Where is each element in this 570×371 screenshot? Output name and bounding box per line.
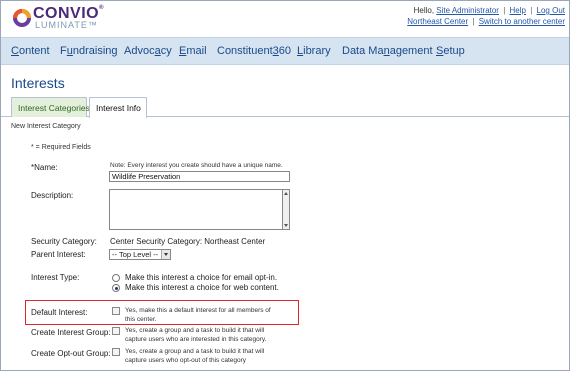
nav-advocacy[interactable]: Advocacy — [124, 45, 172, 57]
logout-link[interactable]: Log Out — [537, 6, 565, 15]
app-window: CONVIO® LUMINATE™ Hello, Site Administra… — [0, 0, 570, 371]
web-content-label: Make this interest a choice for web cont… — [125, 283, 279, 292]
scroll-down-icon[interactable] — [284, 224, 288, 227]
nav-setup[interactable]: Setup — [436, 45, 465, 57]
description-scrollbar[interactable] — [283, 189, 290, 230]
default-interest-text-2: this center. — [125, 316, 157, 323]
default-interest-text-1: Yes, make this a default interest for al… — [125, 307, 271, 314]
nav-email[interactable]: Email — [179, 45, 207, 57]
required-fields-note: * = Required Fields — [31, 144, 91, 151]
page-title: Interests — [11, 75, 65, 91]
parent-interest-select[interactable]: -- Top Level -- — [109, 249, 171, 260]
tab-interest-categories[interactable]: Interest Categories — [11, 97, 90, 117]
create-interest-group-checkbox[interactable] — [112, 327, 120, 335]
name-label: *Name: — [31, 163, 58, 172]
create-optout-group-checkbox[interactable] — [112, 348, 120, 356]
chevron-down-icon[interactable] — [161, 250, 170, 259]
description-label: Description: — [31, 191, 74, 200]
nav-data-management[interactable]: Data Management — [342, 45, 433, 57]
create-optout-group-label: Create Opt-out Group: — [31, 349, 111, 358]
center-link[interactable]: Northeast Center — [407, 17, 468, 26]
default-interest-checkbox[interactable] — [112, 307, 120, 315]
help-link[interactable]: Help — [510, 6, 526, 15]
section-label: New Interest Category — [11, 123, 81, 130]
tab-bar: Interest Categories Interest Info — [1, 97, 569, 118]
main-nav: Content Fundraising Advocacy Email Const… — [1, 37, 569, 65]
tab-interest-info[interactable]: Interest Info — [89, 97, 147, 118]
brand-sub: LUMINATE™ — [35, 20, 98, 30]
interest-type-label: Interest Type: — [31, 273, 80, 282]
nav-library[interactable]: Library — [297, 45, 331, 57]
create-optout-group-text-2: capture users who opt-out of this catego… — [125, 357, 247, 364]
name-note: Note: Every interest you create should h… — [110, 162, 283, 169]
convio-logo-icon — [13, 9, 31, 27]
user-link[interactable]: Site Administrator — [436, 6, 499, 15]
create-interest-group-label: Create Interest Group: — [31, 328, 111, 337]
description-textarea[interactable] — [109, 189, 283, 230]
nav-content[interactable]: Content — [11, 45, 50, 57]
create-interest-group-text-2: capture users who are interested in this… — [125, 336, 267, 343]
utility-links: Hello, Site Administrator | Help | Log O… — [407, 6, 565, 26]
header: CONVIO® LUMINATE™ Hello, Site Administra… — [1, 1, 569, 37]
security-category-value: Center Security Category: Northeast Cent… — [110, 237, 266, 246]
parent-interest-selected: -- Top Level -- — [112, 250, 159, 259]
email-optin-radio[interactable] — [112, 274, 120, 282]
email-optin-label: Make this interest a choice for email op… — [125, 273, 278, 282]
parent-interest-label: Parent Interest: — [31, 250, 86, 259]
default-interest-label: Default Interest: — [31, 308, 88, 317]
web-content-radio[interactable] — [112, 284, 120, 292]
greeting-text: Hello, — [413, 6, 437, 15]
create-interest-group-text-1: Yes, create a group and a task to build … — [125, 327, 265, 334]
nav-fundraising[interactable]: Fundraising — [60, 45, 118, 57]
scroll-up-icon[interactable] — [284, 192, 288, 195]
switch-center-link[interactable]: Switch to another center — [479, 17, 565, 26]
create-optout-group-text-1: Yes, create a group and a task to build … — [125, 348, 265, 355]
security-category-label: Security Category: — [31, 237, 97, 246]
name-input[interactable]: Wildlife Preservation — [109, 171, 290, 182]
nav-constituent360[interactable]: Constituent360 — [217, 45, 291, 57]
